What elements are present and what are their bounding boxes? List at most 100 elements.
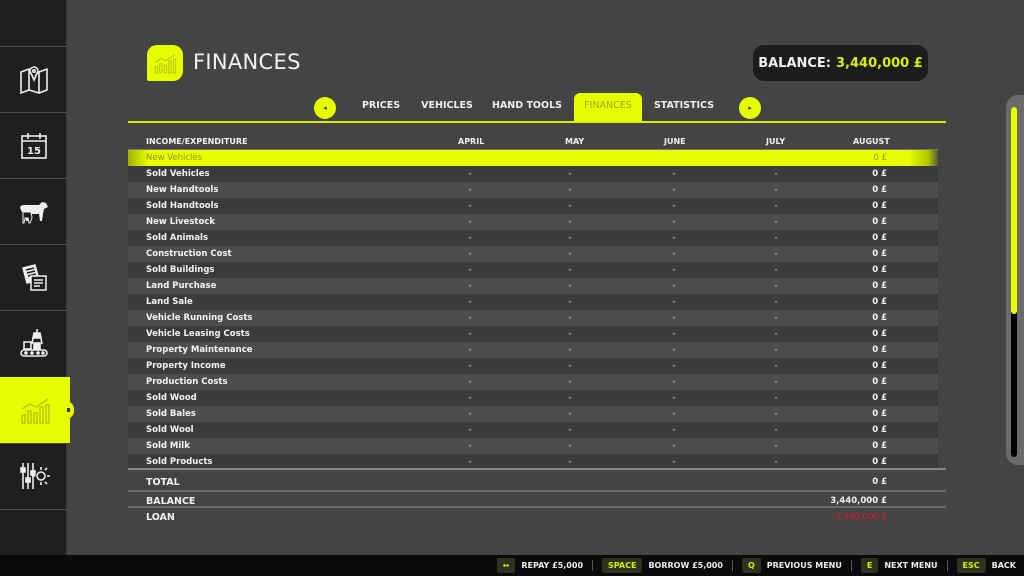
cell-july: - <box>774 456 778 467</box>
sidebar-item-map[interactable] <box>0 46 67 111</box>
cell-august: 0 £ <box>872 456 887 467</box>
table-row[interactable]: Land Sale - - - - 0 £ <box>128 294 938 310</box>
cell-may: - <box>568 184 572 195</box>
cell-june: - <box>672 280 676 291</box>
row-label: Sold Handtools <box>146 200 219 211</box>
cell-june: - <box>672 424 676 435</box>
sidebar-item-animals[interactable] <box>0 178 67 243</box>
table-row[interactable]: Land Purchase - - - - 0 £ <box>128 278 938 294</box>
row-label: Construction Cost <box>146 248 232 259</box>
tab-statistics[interactable]: STATISTICS <box>652 93 716 121</box>
table-row[interactable]: Sold Animals - - - - 0 £ <box>128 230 938 246</box>
balance-value: 3,440,000 £ <box>836 55 923 71</box>
table-row[interactable]: Sold Wood - - - - 0 £ <box>128 390 938 406</box>
table-row[interactable]: Production Costs - - - - 0 £ <box>128 374 938 390</box>
table-row[interactable]: Sold Milk - - - - 0 £ <box>128 438 938 454</box>
column-header-august: AUGUST <box>853 137 890 146</box>
cell-august: 0 £ <box>872 248 887 259</box>
cell-june: - <box>672 296 676 307</box>
cell-june: - <box>672 216 676 227</box>
animals-icon <box>19 202 48 224</box>
cell-july: - <box>774 408 778 419</box>
table-row[interactable]: New Vehicles - - - - 0 £ <box>128 150 938 166</box>
previous-menu-label: PREVIOUS MENU <box>766 561 842 570</box>
summary-section: TOTAL 0 £ BALANCE 3,440,000 £ LOAN -3,44… <box>128 468 946 523</box>
table-row[interactable]: Property Income - - - - 0 £ <box>128 358 938 374</box>
cell-april: - <box>468 264 472 275</box>
cell-june: - <box>672 184 676 195</box>
next-menu-action[interactable]: E NEXT MENU <box>860 558 938 573</box>
previous-menu-action[interactable]: Q PREVIOUS MENU <box>741 558 842 573</box>
svg-text:15: 15 <box>27 146 41 157</box>
sidebar-item-calendar[interactable]: 15 <box>0 112 67 177</box>
cell-august: 0 £ <box>872 264 887 275</box>
table-row[interactable]: Property Maintenance - - - - 0 £ <box>128 342 938 358</box>
table-row[interactable]: Construction Cost - - - - 0 £ <box>128 246 938 262</box>
cell-may: - <box>568 248 572 259</box>
row-label: Sold Milk <box>146 440 190 451</box>
tab-hand-tools[interactable]: HAND TOOLS <box>488 93 566 121</box>
cell-june: - <box>672 376 676 387</box>
tab-prices[interactable]: PRICES <box>356 93 406 121</box>
cell-june: - <box>672 200 676 211</box>
repay-action[interactable]: ↔ REPAY £5,000 <box>496 558 583 573</box>
next-menu-key: E <box>860 558 879 573</box>
column-header-category: INCOME/EXPENDITURE <box>146 137 248 146</box>
cell-april: - <box>468 232 472 243</box>
table-row[interactable]: Vehicle Running Costs - - - - 0 £ <box>128 310 938 326</box>
total-label: TOTAL <box>146 477 180 488</box>
cell-june: - <box>672 360 676 371</box>
table-row[interactable]: Sold Bales - - - - 0 £ <box>128 406 938 422</box>
column-header-may: MAY <box>565 137 585 146</box>
cell-june: - <box>672 344 676 355</box>
cell-august: 0 £ <box>872 328 887 339</box>
cell-july: - <box>774 328 778 339</box>
cell-august: 0 £ <box>872 440 887 451</box>
cell-july: - <box>774 296 778 307</box>
cell-august: 0 £ <box>873 152 887 163</box>
contracts-icon <box>21 264 47 291</box>
row-label: Vehicle Running Costs <box>146 312 253 323</box>
row-label: New Vehicles <box>146 152 203 163</box>
cell-april: - <box>468 216 472 227</box>
cell-july: - <box>774 200 778 211</box>
table-row[interactable]: Sold Wool - - - - 0 £ <box>128 422 938 438</box>
cell-april: - <box>468 344 472 355</box>
production-icon <box>19 329 48 357</box>
cell-august: 0 £ <box>872 296 887 307</box>
cell-july: - <box>774 168 778 179</box>
sidebar: 15 <box>0 0 74 555</box>
sidebar-item-production[interactable] <box>0 310 67 375</box>
sidebar-item-settings[interactable] <box>0 443 67 508</box>
cell-may: - <box>568 456 572 467</box>
chevron-left-icon: ◂ <box>323 104 327 112</box>
column-header-july: JULY <box>766 137 786 146</box>
divider <box>592 560 594 571</box>
row-label: Sold Buildings <box>146 264 215 275</box>
scrollbar-thumb[interactable] <box>1011 107 1017 314</box>
table-row[interactable]: New Livestock - - - - 0 £ <box>128 214 938 230</box>
borrow-action[interactable]: SPACE BORROW £5,000 <box>602 558 723 573</box>
summary-balance-value: 3,440,000 £ <box>830 496 887 506</box>
cell-june: - <box>672 408 676 419</box>
table-row[interactable]: Sold Vehicles - - - - 0 £ <box>128 166 938 182</box>
table-row[interactable]: Sold Handtools - - - - 0 £ <box>128 198 938 214</box>
tab-finances[interactable]: FINANCES <box>574 93 642 121</box>
footer-key-hints: ↔ REPAY £5,000 SPACE BORROW £5,000 Q PRE… <box>0 555 1024 576</box>
table-row[interactable]: Vehicle Leasing Costs - - - - 0 £ <box>128 326 938 342</box>
table-row[interactable]: New Handtools - - - - 0 £ <box>128 182 938 198</box>
tab-next-button[interactable]: ▸ <box>739 97 761 119</box>
cell-july: - <box>774 184 778 195</box>
back-action[interactable]: ESC BACK <box>956 558 1016 573</box>
cell-july: - <box>774 376 778 387</box>
cell-june: - <box>672 392 676 403</box>
tab-vehicles[interactable]: VEHICLES <box>418 93 476 121</box>
repay-key: ↔ <box>496 558 516 573</box>
cell-april: - <box>468 280 472 291</box>
table-row[interactable]: Sold Buildings - - - - 0 £ <box>128 262 938 278</box>
chevron-right-icon: ▸ <box>748 104 752 112</box>
balance-label: BALANCE: <box>758 55 832 71</box>
sidebar-item-finances[interactable] <box>0 377 74 443</box>
tab-prev-button[interactable]: ◂ <box>314 97 336 119</box>
sidebar-item-contracts[interactable] <box>0 244 67 309</box>
